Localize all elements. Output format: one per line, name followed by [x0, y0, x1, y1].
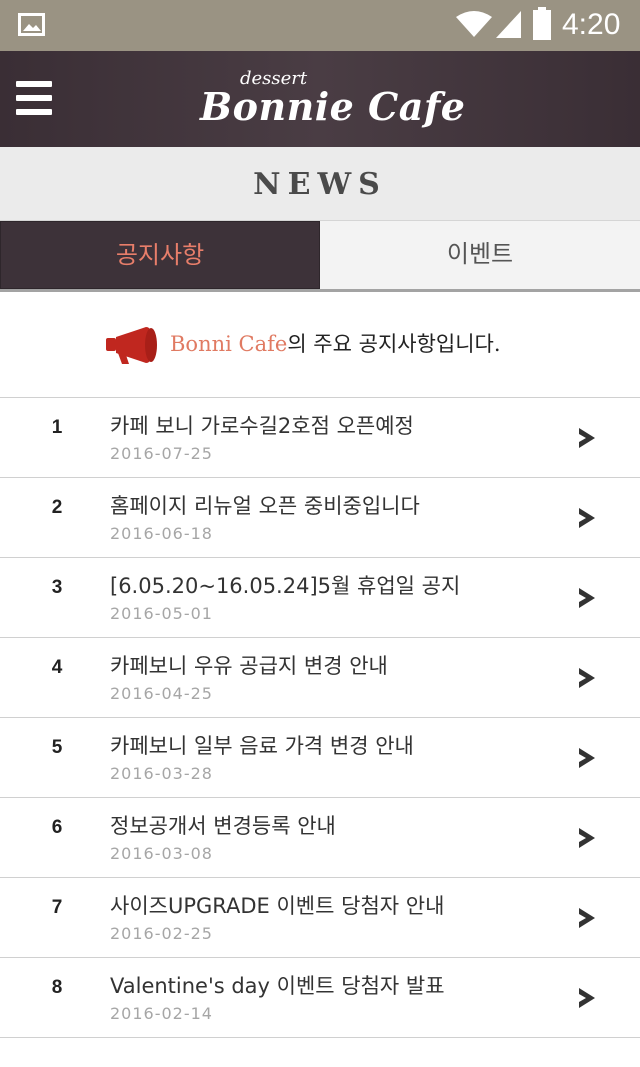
item-date: 2016-06-18 — [110, 524, 213, 543]
page-title: NEWS — [253, 167, 387, 202]
chevron-right-icon — [579, 748, 595, 768]
list-item[interactable]: 4 카페보니 우유 공급지 변경 안내 2016-04-25 — [0, 638, 640, 718]
item-title: 정보공개서 변경등록 안내 — [110, 814, 336, 838]
tab-events[interactable]: 이벤트 — [320, 221, 640, 289]
brand-logo[interactable]: dessert Bonnie Cafe — [196, 69, 465, 135]
item-date: 2016-03-08 — [110, 844, 213, 863]
item-date: 2016-04-25 — [110, 684, 213, 703]
item-number: 7 — [51, 897, 63, 918]
chevron-right-icon — [579, 588, 595, 608]
chevron-right-icon — [579, 508, 595, 528]
chevron-right-icon — [579, 988, 595, 1008]
item-date: 2016-02-25 — [110, 924, 213, 943]
megaphone-icon — [106, 327, 157, 364]
item-number: 3 — [51, 577, 63, 598]
list-item[interactable]: 8 Valentine's day 이벤트 당첨자 발표 2016-02-14 — [0, 958, 640, 1038]
item-date: 2016-07-25 — [110, 444, 213, 463]
notice-brand: Bonni Cafe — [170, 332, 288, 356]
item-number: 6 — [51, 817, 63, 838]
app-header: dessert Bonnie Cafe — [0, 51, 640, 147]
item-number: 2 — [51, 497, 63, 518]
item-title: 카페보니 우유 공급지 변경 안내 — [110, 654, 388, 678]
notice-text: Bonni Cafe의 주요 공지사항입니다. — [170, 328, 501, 360]
item-number: 1 — [51, 417, 63, 438]
item-number: 8 — [51, 977, 63, 998]
notice-message: 의 주요 공지사항입니다. — [287, 332, 501, 356]
image-icon — [18, 13, 45, 36]
status-bar: 4:20 — [0, 0, 640, 51]
hamburger-menu-icon — [16, 81, 52, 87]
item-title: 카페 보니 가로수길2호점 오픈예정 — [110, 414, 414, 438]
list-item[interactable]: 3 [6.05.20~16.05.24]5월 휴업일 공지 2016-05-01 — [0, 558, 640, 638]
list-item[interactable]: 2 홈페이지 리뉴얼 오픈 중비중입니다 2016-06-18 — [0, 478, 640, 558]
item-number: 4 — [51, 657, 63, 678]
item-title: 홈페이지 리뉴얼 오픈 중비중입니다 — [110, 494, 420, 518]
signal-icon — [496, 11, 521, 38]
list-item[interactable]: 6 정보공개서 변경등록 안내 2016-03-08 — [0, 798, 640, 878]
item-title: [6.05.20~16.05.24]5월 휴업일 공지 — [110, 574, 461, 598]
tabs: 공지사항 이벤트 — [0, 221, 640, 292]
item-title: 사이즈UPGRADE 이벤트 당첨자 안내 — [110, 894, 445, 918]
item-date: 2016-03-28 — [110, 764, 213, 783]
item-date: 2016-05-01 — [110, 604, 213, 623]
chevron-right-icon — [579, 908, 595, 928]
hamburger-menu-icon-bar — [16, 95, 52, 101]
list-item[interactable]: 7 사이즈UPGRADE 이벤트 당첨자 안내 2016-02-25 — [0, 878, 640, 958]
list-item[interactable]: 1 카페 보니 가로수길2호점 오픈예정 2016-07-25 — [0, 398, 640, 478]
menu-button[interactable] — [16, 79, 56, 117]
item-title: 카페보니 일부 음료 가격 변경 안내 — [110, 734, 414, 758]
brand-name: Bonnie Cafe — [200, 84, 466, 129]
chevron-right-icon — [579, 828, 595, 848]
list-item[interactable]: 5 카페보니 일부 음료 가격 변경 안내 2016-03-28 — [0, 718, 640, 798]
status-time: 4:20 — [562, 8, 621, 41]
battery-icon — [533, 7, 551, 40]
tab-notices[interactable]: 공지사항 — [0, 221, 320, 289]
item-title: Valentine's day 이벤트 당첨자 발표 — [110, 974, 445, 998]
wifi-icon — [456, 11, 492, 37]
item-number: 5 — [51, 737, 63, 758]
section-title-bar: NEWS — [0, 147, 640, 221]
notice-banner: Bonni Cafe의 주요 공지사항입니다. — [0, 292, 640, 398]
chevron-right-icon — [579, 668, 595, 688]
hamburger-menu-icon-bar — [16, 109, 52, 115]
item-date: 2016-02-14 — [110, 1004, 213, 1023]
chevron-right-icon — [579, 428, 595, 448]
